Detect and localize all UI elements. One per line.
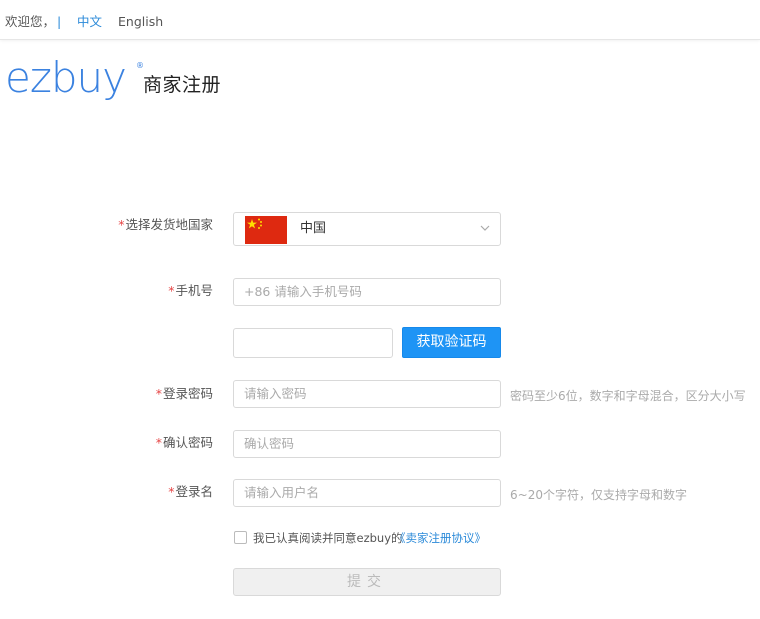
verification-code-input[interactable] <box>233 328 393 358</box>
password-label-text: 登录密码 <box>162 386 213 401</box>
china-flag-icon <box>245 216 287 244</box>
phone-placeholder: +86 请输入手机号码 <box>244 284 362 299</box>
username-placeholder: 请输入用户名 <box>244 485 320 500</box>
submit-button[interactable]: 提交 <box>233 568 501 596</box>
confirm-password-label: *确认密码 <box>93 432 213 451</box>
required-mark: * <box>118 217 125 232</box>
country-select[interactable]: 中国 <box>233 212 501 246</box>
agreement-text: 我已认真阅读并同意ezbuy的 <box>253 531 403 545</box>
confirm-password-placeholder: 确认密码 <box>244 436 295 451</box>
phone-label-text: 手机号 <box>175 283 213 298</box>
username-input[interactable]: 请输入用户名 <box>233 479 501 507</box>
top-bar: 欢迎您， | 中文 English <box>0 0 760 40</box>
password-input[interactable]: 请输入密码 <box>233 380 501 408</box>
required-mark: * <box>168 484 175 499</box>
required-mark: * <box>168 283 175 298</box>
get-verification-code-button[interactable]: 获取验证码 <box>402 327 501 358</box>
language-english-link[interactable]: English <box>118 2 163 42</box>
phone-input[interactable]: +86 请输入手机号码 <box>233 278 501 306</box>
country-label-text: 选择发货地国家 <box>125 217 213 232</box>
seller-agreement-link[interactable]: 《卖家注册协议》 <box>394 530 486 546</box>
username-hint: 6~20个字符，仅支持字母和数字 <box>510 488 687 502</box>
agreement-checkbox[interactable] <box>234 531 247 544</box>
username-label: *登录名 <box>93 481 213 500</box>
country-label: *选择发货地国家 <box>93 214 213 233</box>
country-value: 中国 <box>300 221 327 236</box>
confirm-password-input[interactable]: 确认密码 <box>233 430 501 458</box>
required-mark: * <box>155 386 162 401</box>
language-separator: | <box>57 14 62 29</box>
page-title: 商家注册 <box>143 74 222 96</box>
logo-text: ezbuy <box>5 56 126 102</box>
confirm-password-label-text: 确认密码 <box>162 435 213 450</box>
chevron-down-icon <box>480 225 490 231</box>
registered-mark: ® <box>136 61 144 70</box>
language-chinese-link[interactable]: 中文 <box>77 2 102 42</box>
ezbuy-logo: ezbuy ® <box>5 56 144 102</box>
password-placeholder: 请输入密码 <box>244 386 307 401</box>
password-label: *登录密码 <box>93 383 213 402</box>
password-hint: 密码至少6位，数字和字母混合，区分大小写 <box>510 389 746 403</box>
welcome-text: 欢迎您， <box>5 14 56 29</box>
required-mark: * <box>155 435 162 450</box>
phone-label: *手机号 <box>93 280 213 299</box>
username-label-text: 登录名 <box>175 484 213 499</box>
